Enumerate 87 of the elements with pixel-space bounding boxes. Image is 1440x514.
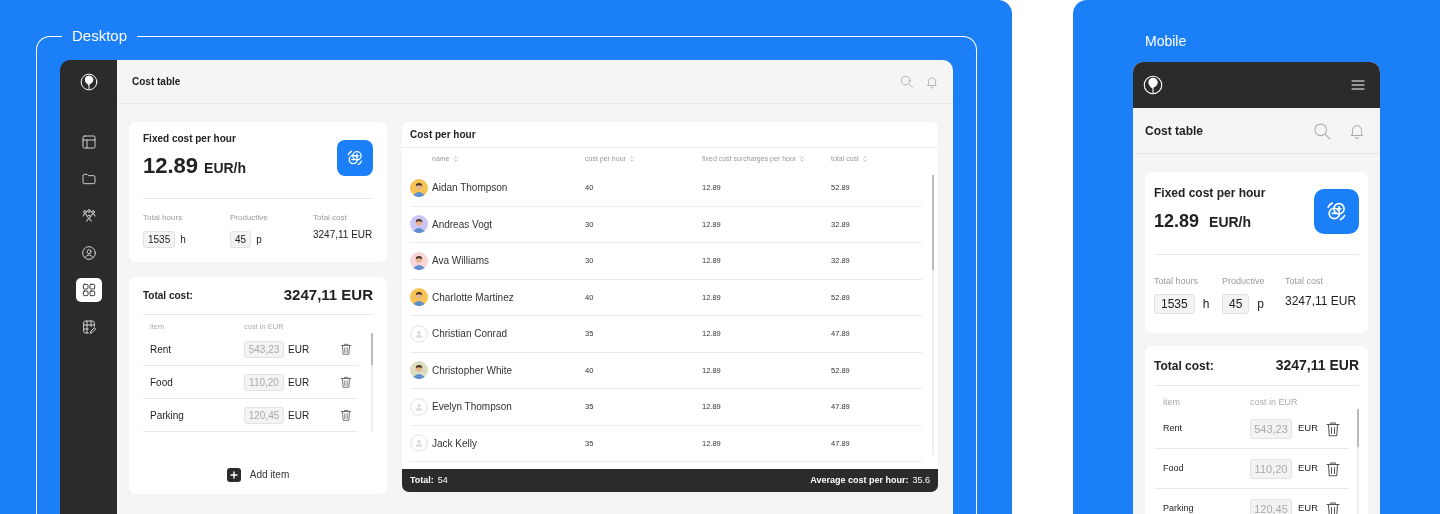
unit-label: p: [256, 234, 262, 245]
person-name: Christopher White: [432, 363, 513, 378]
page-title: Cost table: [1145, 122, 1203, 140]
cost-field[interactable]: 120,45: [1250, 498, 1292, 514]
trash-icon[interactable]: [1324, 499, 1342, 514]
person-name: Christian Conrad: [432, 327, 508, 342]
trash-icon[interactable]: [339, 408, 353, 422]
person-name: Andreas Vogt: [432, 217, 493, 232]
menu-icon[interactable]: [1350, 77, 1366, 93]
card-title: Fixed cost per hour: [1154, 186, 1266, 201]
person-name: Jack Kelly: [432, 436, 477, 451]
card-title: Fixed cost per hour: [143, 132, 237, 146]
total-label: Total cost:: [1154, 357, 1214, 375]
cost-field[interactable]: 110,20: [244, 373, 284, 391]
stat-label: Total hours: [1154, 275, 1200, 287]
currency-label: EUR: [288, 375, 310, 390]
footer-label: Average cost per hour:: [810, 474, 909, 485]
stat-label: Total cost: [313, 213, 348, 223]
layout-icon: [80, 134, 97, 150]
rate-unit: EUR/h: [1209, 214, 1252, 230]
rate-value: 12.89: [143, 153, 199, 178]
trash-icon[interactable]: [339, 375, 353, 389]
scroll-bar[interactable]: [1357, 409, 1359, 514]
value-field[interactable]: 1535: [143, 231, 176, 248]
add-item-button[interactable]: Add item: [226, 467, 290, 482]
scroll-bar[interactable]: [932, 175, 934, 455]
item-name: Food: [1163, 461, 1185, 475]
grid-pencil-icon: [80, 319, 97, 335]
rate-unit: EUR/h: [204, 160, 247, 176]
currency-label: EUR: [1298, 461, 1319, 476]
item-name: Food: [150, 375, 174, 390]
value-field[interactable]: 45: [1222, 294, 1250, 314]
column-label: cost in EUR: [1250, 396, 1298, 410]
item-name: Rent: [1163, 421, 1183, 435]
currency-label: EUR: [288, 408, 310, 423]
trash-icon[interactable]: [339, 342, 353, 356]
person-name: Charlotte Martinez: [432, 290, 514, 305]
unit-label: h: [1202, 297, 1210, 311]
calculator-button[interactable]: [337, 140, 373, 176]
calculator-button[interactable]: [1314, 189, 1359, 234]
item-name: Rent: [150, 342, 173, 357]
cost-field[interactable]: 543,23: [244, 340, 284, 358]
avatar-placeholder-icon: [410, 397, 428, 416]
footer-value: 54: [437, 474, 448, 485]
footer-value: 35.6: [912, 474, 930, 485]
scroll-bar[interactable]: [371, 333, 373, 432]
currency-label: EUR: [1298, 501, 1319, 514]
trash-icon[interactable]: [1324, 459, 1342, 478]
sidebar-item[interactable]: [75, 278, 102, 302]
cost-field[interactable]: 543,23: [1250, 418, 1292, 439]
person-name: Ava Williams: [432, 254, 490, 269]
stat-label: Productive: [1222, 275, 1266, 287]
cost-field[interactable]: 110,20: [1250, 458, 1292, 479]
unit-label: p: [1257, 297, 1265, 311]
stat-value: 3247,11 EUR: [313, 228, 373, 242]
plus-minus-icon: [345, 148, 365, 168]
stat-value: 3247,11 EUR: [1285, 293, 1358, 310]
item-name: Parking: [150, 408, 185, 423]
unit-label: h: [180, 234, 186, 245]
plus-icon: [226, 467, 241, 482]
grid-icon: [80, 282, 97, 298]
total-value: 3247,11 EUR: [1275, 356, 1359, 375]
value-field[interactable]: 45: [230, 231, 252, 248]
total-label: Total cost:: [143, 289, 193, 303]
avatar-placeholder-icon: [410, 324, 428, 343]
stat-label: Total cost: [1285, 275, 1325, 287]
total-value: 3247,11 EUR: [283, 285, 373, 306]
folder-icon: [80, 171, 97, 187]
stat-label: Productive: [230, 213, 269, 223]
person-name: Evelyn Thompson: [432, 400, 512, 415]
value-field[interactable]: 1535: [1154, 294, 1195, 314]
stat-label: Total hours: [143, 213, 184, 223]
currency-label: EUR: [288, 342, 310, 357]
trash-icon[interactable]: [1324, 419, 1342, 438]
card-title: Cost per hour: [410, 128, 476, 142]
rate-value: 12.89: [1154, 211, 1200, 231]
frame-label: Mobile: [1145, 32, 1187, 51]
cost-field[interactable]: 120,45: [244, 406, 284, 424]
user-icon: [80, 245, 97, 261]
column-label: item: [1163, 396, 1181, 410]
page-title: Cost table: [132, 75, 181, 89]
item-name: Parking: [1163, 501, 1195, 514]
avatar-placeholder-icon: [410, 434, 428, 453]
person-name: Aidan Thompson: [432, 181, 508, 196]
currency-label: EUR: [1298, 421, 1319, 436]
footer-label: Total:: [410, 474, 434, 485]
people-icon: [80, 208, 97, 224]
